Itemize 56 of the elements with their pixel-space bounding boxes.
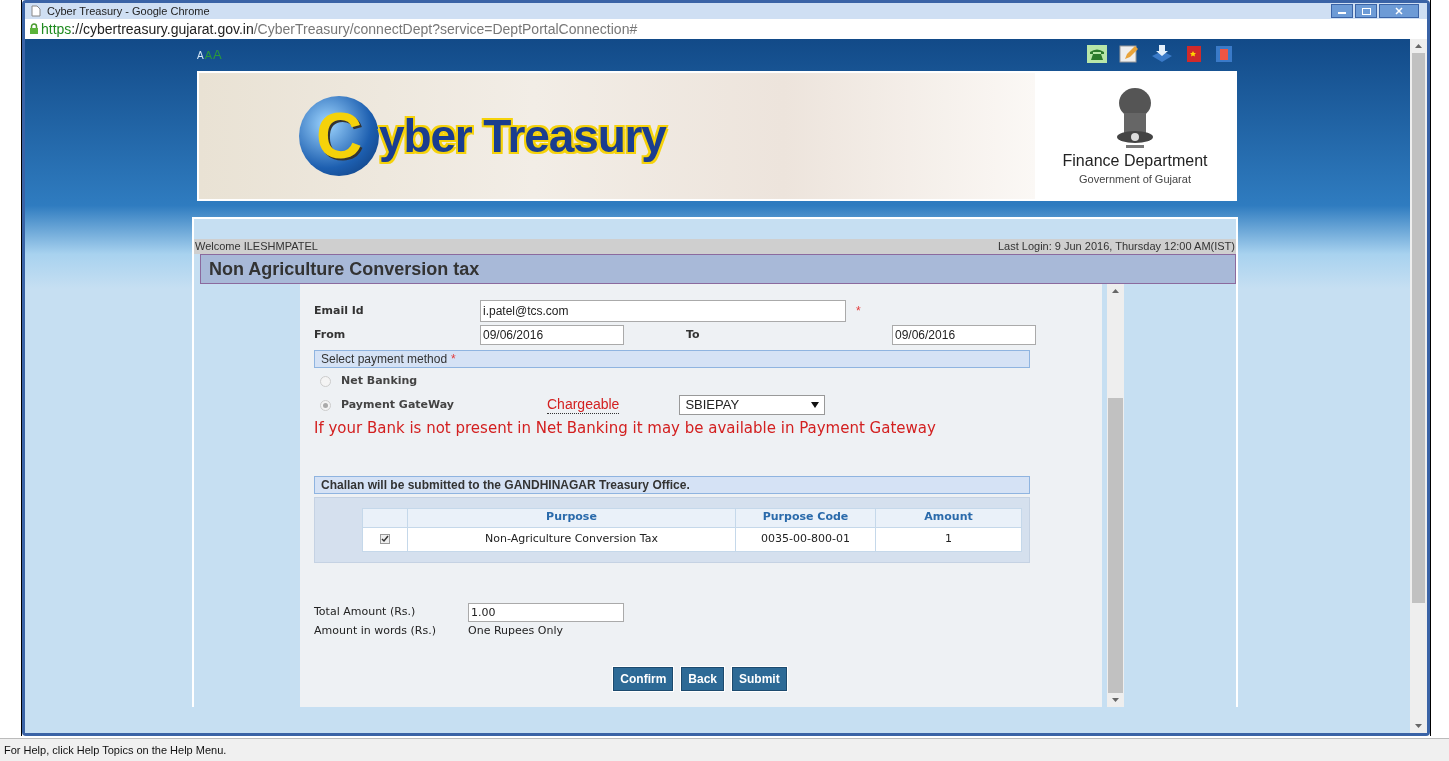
close-icon <box>1395 7 1403 15</box>
page-title: Non Agriculture Conversion tax <box>209 257 480 281</box>
telephone-icon[interactable] <box>1087 45 1107 63</box>
radio-label: Payment GateWay <box>341 396 456 413</box>
url-text: https://cybertreasury.gujarat.gov.in/CyberTreasury/connectDept?service=DeptPortalConnection# <box>41 19 638 39</box>
form-button[interactable]: Confirm <box>613 666 674 691</box>
check-icon <box>381 535 389 543</box>
field-label: To <box>686 326 701 343</box>
form-button[interactable]: Submit <box>732 666 787 691</box>
section-title: Select payment method <box>321 351 448 368</box>
lock-icon <box>29 23 39 35</box>
department-name: Finance Department <box>1062 150 1208 171</box>
minimize-button[interactable] <box>1331 4 1353 18</box>
row-checkbox[interactable] <box>380 534 390 544</box>
close-button[interactable] <box>1379 4 1419 18</box>
inner-scrollbar[interactable] <box>1107 284 1124 707</box>
field-label: From <box>314 326 347 343</box>
table-cell: 1 <box>875 527 1022 551</box>
logo-text: yber Treasury <box>379 108 666 164</box>
gateway-select[interactable]: SBIEPAY <box>679 395 826 415</box>
page-icon <box>31 5 41 17</box>
column-header: Purpose Code <box>735 508 876 527</box>
required-mark: * <box>856 303 861 320</box>
payment-note: If your Bank is not present in Net Banking it may be available in Payment Gateway <box>314 418 937 439</box>
page-scrollbar[interactable] <box>1410 39 1427 733</box>
total-amount-field[interactable]: 1.00 <box>468 603 624 622</box>
column-header: Amount <box>875 508 1022 527</box>
field-label: Email Id <box>314 302 365 319</box>
maximize-button[interactable] <box>1355 4 1377 18</box>
table-cell: 0035-00-800-01 <box>735 527 876 551</box>
column-header: Purpose <box>407 508 736 527</box>
government-name: Government of Gujarat <box>1079 171 1191 187</box>
last-login-text: Last Login: 9 Jun 2016, Thursday 12:00 AM(IST) <box>997 239 1235 255</box>
required-mark: * <box>451 351 456 368</box>
logo-initial: C <box>315 104 363 168</box>
to-date-field[interactable]: 09/06/2016 <box>892 325 1036 345</box>
radio-label: Net Banking <box>341 372 419 389</box>
download-tray-icon[interactable] <box>1151 45 1173 63</box>
address-bar[interactable]: https://cybertreasury.gujarat.gov.in/CyberTreasury/connectDept?service=DeptPortalConnection# <box>25 19 1427 39</box>
radio-button[interactable] <box>320 375 331 387</box>
amount-in-words: One Rupees Only <box>468 623 563 640</box>
challan-note: Challan will be submitted to the GANDHINAGAR Treasury Office. <box>321 476 690 494</box>
chargeable-label[interactable]: Chargeable <box>547 395 620 415</box>
dropdown-caret-icon <box>811 402 820 408</box>
font-size-link[interactable]: A <box>197 48 204 63</box>
form-button[interactable]: Back <box>681 666 724 691</box>
field-label: Total Amount (Rs.) <box>314 604 417 621</box>
email-field[interactable]: i.patel@tcs.com <box>480 300 846 322</box>
table-cell: Non-Agriculture Conversion Tax <box>407 527 736 551</box>
window-title: Cyber Treasury - Google Chrome <box>47 3 210 19</box>
field-label: Amount in words (Rs.) <box>314 623 437 640</box>
from-date-field[interactable]: 09/06/2016 <box>480 325 624 345</box>
status-text: For Help, click Help Topics on the Help Menu. <box>4 742 227 758</box>
radio-button[interactable] <box>320 399 331 411</box>
pencil-note-icon[interactable] <box>1119 45 1139 63</box>
welcome-text: Welcome ILESHMPATEL <box>195 239 318 255</box>
